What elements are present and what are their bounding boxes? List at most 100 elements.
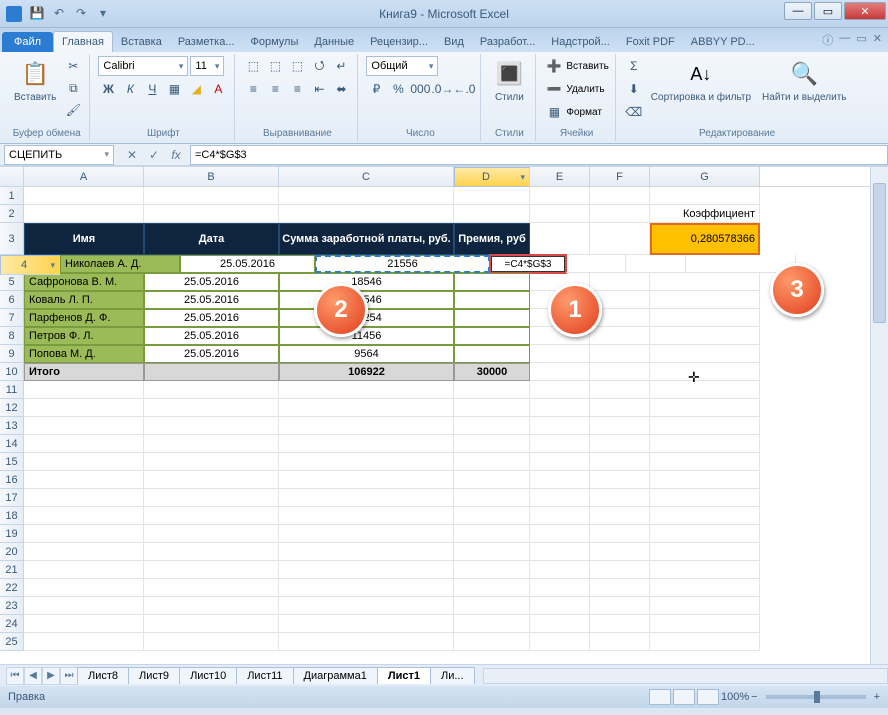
save-icon[interactable]: 💾 bbox=[28, 4, 46, 22]
view-pagebreak-button[interactable] bbox=[697, 689, 719, 705]
clear-icon[interactable]: ⌫ bbox=[624, 102, 644, 122]
col-B[interactable]: B bbox=[144, 167, 279, 186]
cut-icon[interactable]: ✂ bbox=[63, 56, 83, 76]
cell-A4[interactable]: Николаев А. Д. bbox=[60, 255, 180, 273]
tab-layout[interactable]: Разметка... bbox=[170, 32, 243, 52]
row-2[interactable]: 2 bbox=[0, 205, 24, 223]
doc-restore-icon[interactable]: ▭ bbox=[856, 32, 866, 48]
font-color-button[interactable]: A bbox=[208, 79, 228, 99]
row-9[interactable]: 9 bbox=[0, 345, 24, 363]
horizontal-scrollbar[interactable] bbox=[483, 668, 888, 684]
total-label[interactable]: Итого bbox=[24, 363, 144, 381]
tab-addins[interactable]: Надстрой... bbox=[543, 32, 618, 52]
tab-data[interactable]: Данные bbox=[306, 32, 362, 52]
sheet-tab[interactable]: Ли... bbox=[430, 667, 475, 684]
cell-B4[interactable]: 25.05.2016 bbox=[180, 255, 315, 273]
wrap-text-icon[interactable]: ↵ bbox=[331, 56, 351, 76]
name-box[interactable]: СЦЕПИТЬ bbox=[4, 145, 114, 165]
percent-icon[interactable]: % bbox=[388, 79, 408, 99]
bold-button[interactable]: Ж bbox=[98, 79, 118, 99]
cell-C4[interactable]: 21556 bbox=[315, 255, 490, 273]
tab-developer[interactable]: Разработ... bbox=[472, 32, 543, 52]
total-prem[interactable]: 30000 bbox=[454, 363, 530, 381]
tab-home[interactable]: Главная bbox=[53, 31, 113, 52]
col-E[interactable]: E bbox=[530, 167, 590, 186]
header-date[interactable]: Дата bbox=[144, 223, 279, 255]
zoom-level[interactable]: 100% bbox=[721, 691, 749, 703]
row-8[interactable]: 8 bbox=[0, 327, 24, 345]
comma-icon[interactable]: 000 bbox=[410, 79, 430, 99]
fill-icon[interactable]: ⬇ bbox=[624, 79, 644, 99]
align-bottom-icon[interactable]: ⬚ bbox=[287, 56, 307, 76]
row-4[interactable]: 4 bbox=[0, 255, 60, 275]
sheet-nav-last[interactable]: ⏭ bbox=[60, 667, 78, 685]
col-D[interactable]: D bbox=[454, 167, 530, 187]
sheet-tab[interactable]: Лист8 bbox=[77, 667, 129, 684]
tab-file[interactable]: Файл bbox=[2, 32, 53, 52]
cell-G2[interactable]: Коэффициент bbox=[650, 205, 760, 223]
autosum-icon[interactable]: Σ bbox=[624, 56, 644, 76]
row-3[interactable]: 3 bbox=[0, 223, 24, 255]
enter-formula-icon[interactable]: ✓ bbox=[144, 146, 164, 164]
orientation-icon[interactable]: ⭯ bbox=[309, 56, 329, 76]
formula-input[interactable]: =C4*$G$3 bbox=[190, 145, 888, 165]
tab-abbyy[interactable]: ABBYY PD... bbox=[683, 32, 763, 52]
close-button[interactable]: ✕ bbox=[844, 2, 886, 20]
doc-close-icon[interactable]: ✕ bbox=[873, 32, 882, 48]
align-center-icon[interactable]: ≡ bbox=[265, 79, 285, 99]
col-G[interactable]: G bbox=[650, 167, 760, 186]
sheet-nav-first[interactable]: ⏮ bbox=[6, 667, 24, 685]
header-prem[interactable]: Премия, руб bbox=[454, 223, 530, 255]
view-normal-button[interactable] bbox=[649, 689, 671, 705]
col-A[interactable]: A bbox=[24, 167, 144, 186]
styles-button[interactable]: 🔳 Стили bbox=[489, 56, 529, 105]
sheet-tab[interactable]: Лист11 bbox=[236, 667, 293, 684]
redo-icon[interactable]: ↷ bbox=[72, 4, 90, 22]
sheet-tab-active[interactable]: Лист1 bbox=[377, 667, 431, 684]
row-6[interactable]: 6 bbox=[0, 291, 24, 309]
doc-minimize-icon[interactable]: — bbox=[839, 32, 850, 48]
tab-insert[interactable]: Вставка bbox=[113, 32, 170, 52]
help-icon[interactable]: ⓘ bbox=[822, 32, 833, 48]
row-5[interactable]: 5 bbox=[0, 273, 24, 291]
view-layout-button[interactable] bbox=[673, 689, 695, 705]
worksheet-grid[interactable]: A B C D E F G 1 2 Коэффициент 3 Имя Дата… bbox=[0, 166, 888, 664]
paste-button[interactable]: 📋 Вставить bbox=[10, 56, 60, 105]
cell-G3[interactable]: 0,280578366 bbox=[650, 223, 760, 255]
zoom-slider[interactable] bbox=[766, 695, 866, 699]
border-button[interactable]: ▦ bbox=[164, 79, 184, 99]
row-7[interactable]: 7 bbox=[0, 309, 24, 327]
inc-decimal-icon[interactable]: .0→ bbox=[432, 79, 452, 99]
select-all-corner[interactable] bbox=[0, 167, 24, 187]
zoom-in-button[interactable]: + bbox=[874, 691, 880, 703]
format-painter-icon[interactable]: 🖌 bbox=[63, 100, 83, 120]
cell-D4-active[interactable]: =C4*$G$3 bbox=[490, 255, 566, 273]
dec-decimal-icon[interactable]: ←.0 bbox=[454, 79, 474, 99]
zoom-out-button[interactable]: − bbox=[751, 691, 757, 703]
fill-color-button[interactable]: ◢ bbox=[186, 79, 206, 99]
sheet-nav-next[interactable]: ▶ bbox=[42, 667, 60, 685]
row-10[interactable]: 10 bbox=[0, 363, 24, 381]
currency-icon[interactable]: ₽ bbox=[366, 79, 386, 99]
underline-button[interactable]: Ч bbox=[142, 79, 162, 99]
tab-formulas[interactable]: Формулы bbox=[243, 32, 307, 52]
row-1[interactable]: 1 bbox=[0, 187, 24, 205]
delete-cells-icon[interactable]: ➖ bbox=[544, 79, 564, 99]
indent-dec-icon[interactable]: ⇤ bbox=[309, 79, 329, 99]
minimize-button[interactable]: — bbox=[784, 2, 812, 20]
vertical-scrollbar[interactable] bbox=[870, 167, 888, 664]
sheet-nav-prev[interactable]: ◀ bbox=[24, 667, 42, 685]
find-select-button[interactable]: 🔍 Найти и выделить bbox=[758, 56, 850, 105]
format-cells-icon[interactable]: ▦ bbox=[544, 102, 564, 122]
italic-button[interactable]: К bbox=[120, 79, 140, 99]
cancel-formula-icon[interactable]: ✕ bbox=[122, 146, 142, 164]
maximize-button[interactable]: ▭ bbox=[814, 2, 842, 20]
align-middle-icon[interactable]: ⬚ bbox=[265, 56, 285, 76]
align-left-icon[interactable]: ≡ bbox=[243, 79, 263, 99]
tab-view[interactable]: Вид bbox=[436, 32, 472, 52]
copy-icon[interactable]: ⧉ bbox=[63, 78, 83, 98]
header-sum[interactable]: Сумма заработной платы, руб. bbox=[279, 223, 454, 255]
insert-cells-icon[interactable]: ➕ bbox=[544, 56, 564, 76]
number-format-select[interactable]: Общий bbox=[366, 56, 438, 76]
col-C[interactable]: C bbox=[279, 167, 454, 186]
